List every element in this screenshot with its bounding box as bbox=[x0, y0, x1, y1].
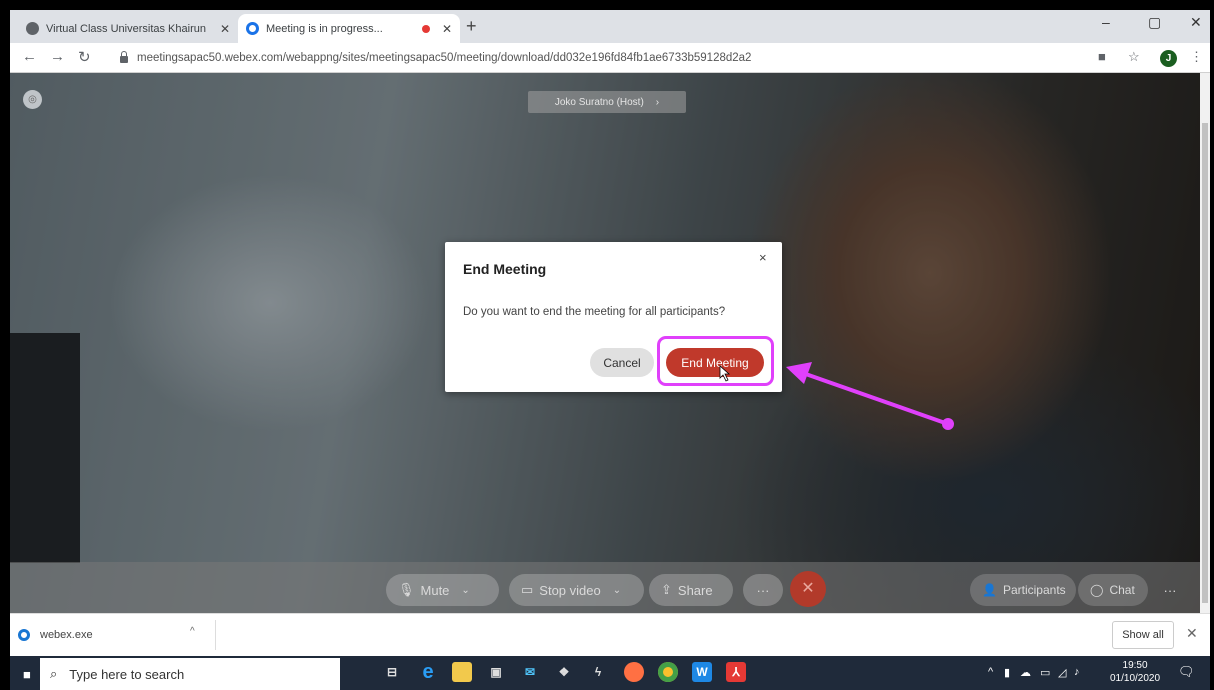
annotation-arrow bbox=[719, 362, 954, 430]
arrow-line bbox=[798, 370, 950, 426]
arrow-tail-dot bbox=[942, 418, 954, 430]
hand-cursor-icon bbox=[719, 365, 731, 382]
